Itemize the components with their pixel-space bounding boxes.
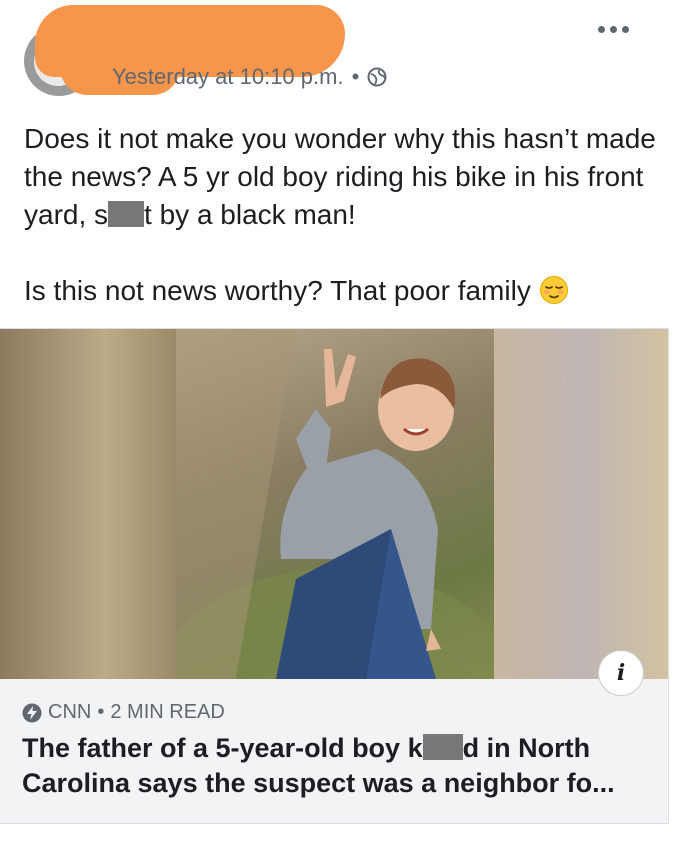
boy-photo [176, 329, 494, 679]
source-name: CNN [48, 701, 92, 723]
censor-block [422, 734, 463, 760]
relieved-face-emoji [539, 276, 568, 304]
ellipsis-icon[interactable] [598, 22, 638, 36]
post-paragraph-1: Does it not make you wonder why this has… [24, 120, 664, 234]
link-image[interactable] [0, 329, 668, 679]
headline-part: The father of a 5-year-old boy k [22, 733, 423, 763]
post-text-part: Is this not news worthy? That poor famil… [24, 275, 531, 306]
post-meta: Yesterday at 10:10 p.m. • [112, 64, 387, 90]
read-time: 2 MIN READ [110, 701, 225, 723]
post-text-part: t by a black man! [144, 199, 356, 230]
link-source: CNN • 2 MIN READ [22, 701, 225, 724]
link-caption[interactable]: CNN • 2 MIN READ The father of a 5-year-… [0, 679, 668, 823]
lightning-bolt-icon [22, 703, 42, 722]
info-button[interactable]: i [598, 650, 644, 696]
meta-separator: • [351, 64, 360, 89]
image-blur-left [0, 329, 176, 679]
globe-icon [367, 67, 387, 87]
boy-illustration [176, 329, 494, 679]
censor-block [108, 201, 145, 227]
post-paragraph-2: Is this not news worthy? That poor famil… [24, 272, 664, 310]
link-headline[interactable]: The father of a 5-year-old boy kd in Nor… [22, 731, 652, 801]
facebook-post: Yesterday at 10:10 p.m. • Does it not ma… [0, 0, 700, 858]
info-icon: i [616, 660, 626, 686]
source-separator: • [97, 701, 105, 723]
post-timestamp[interactable]: Yesterday at 10:10 p.m. [112, 64, 344, 90]
image-blur-right [494, 329, 668, 679]
link-preview-card[interactable]: CNN • 2 MIN READ The father of a 5-year-… [0, 328, 669, 824]
post-body: Does it not make you wonder why this has… [24, 120, 664, 310]
